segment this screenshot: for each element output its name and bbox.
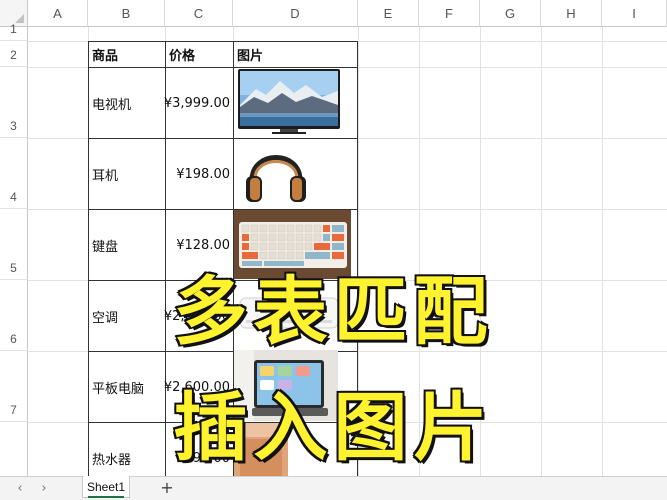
header-cell-picture[interactable]: 图片 xyxy=(233,41,358,68)
row-header-3[interactable]: 3 xyxy=(0,67,28,138)
column-header-d[interactable]: D xyxy=(233,0,358,27)
sheet-tab-sheet1[interactable]: Sheet1 xyxy=(82,476,130,498)
add-sheet-button[interactable]: + xyxy=(158,478,176,497)
overlay-title-line2: 插入图片 xyxy=(172,384,494,473)
overlay-title-line1: 多表匹配 xyxy=(172,268,494,357)
product-name-cell[interactable]: 电视机 xyxy=(88,67,166,139)
column-header-i[interactable]: I xyxy=(602,0,667,27)
column-header-a[interactable]: A xyxy=(28,0,88,27)
price-cell[interactable]: ¥3,999.00 xyxy=(164,67,234,139)
row-header-2[interactable]: 2 xyxy=(0,41,28,67)
headphones-image[interactable] xyxy=(244,140,308,206)
spreadsheet-grid[interactable]: A B C D E F G H I 1 2 3 4 5 6 7 商品 价格 图片… xyxy=(0,0,667,476)
chevron-left-icon[interactable]: ‹ xyxy=(11,479,29,497)
tv-image[interactable] xyxy=(236,69,342,135)
chevron-right-icon[interactable]: › xyxy=(35,479,53,497)
column-header-b[interactable]: B xyxy=(88,0,165,27)
price-cell[interactable]: ¥198.00 xyxy=(165,138,234,210)
product-name-cell[interactable]: 耳机 xyxy=(88,138,166,210)
sheet-tab-bar: ‹ › Sheet1 + xyxy=(0,476,667,500)
column-header-c[interactable]: C xyxy=(165,0,233,27)
header-cell-price[interactable]: 价格 xyxy=(165,41,234,68)
row-header-1[interactable]: 1 xyxy=(0,22,28,41)
column-header-g[interactable]: G xyxy=(480,0,541,27)
column-header-h[interactable]: H xyxy=(541,0,602,27)
column-header-f[interactable]: F xyxy=(419,0,480,27)
active-sheet-indicator xyxy=(88,496,124,498)
column-header-e[interactable]: E xyxy=(358,0,419,27)
row-header-4[interactable]: 4 xyxy=(0,138,28,209)
header-cell-product[interactable]: 商品 xyxy=(88,41,166,68)
